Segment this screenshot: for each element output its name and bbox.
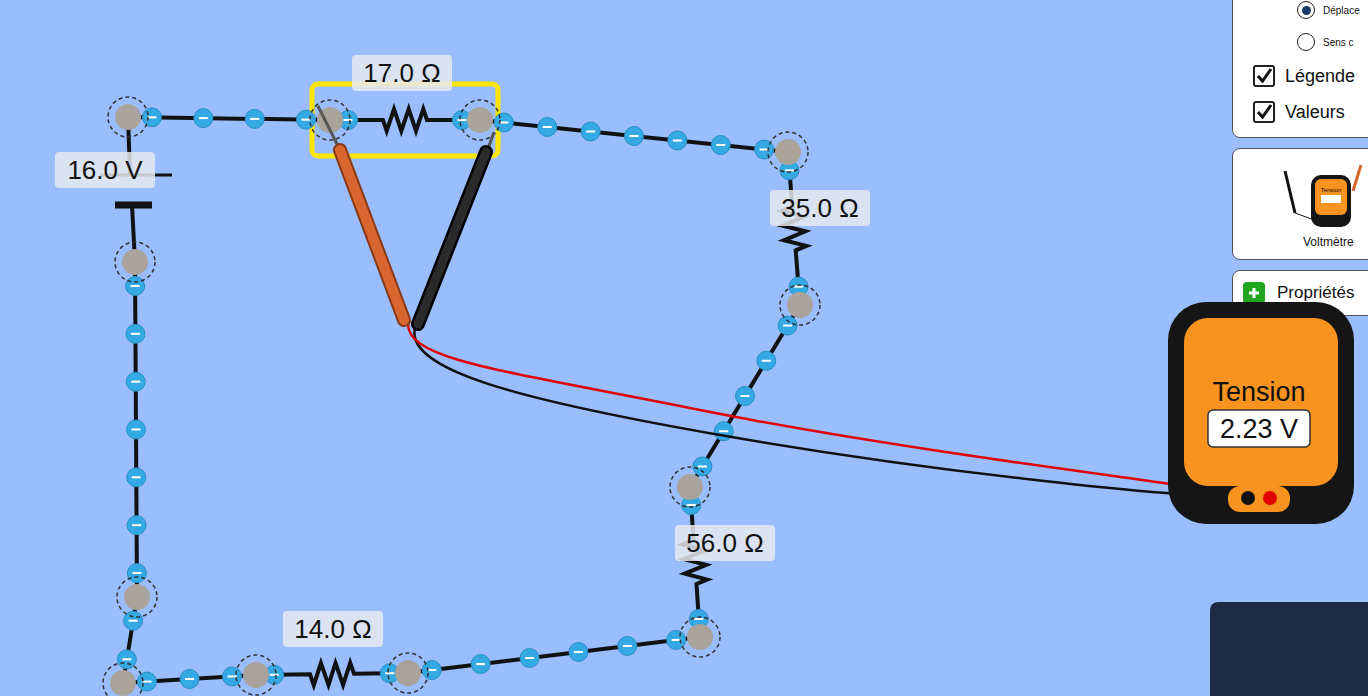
electron xyxy=(297,110,316,129)
battery[interactable] xyxy=(100,117,172,262)
vertex[interactable] xyxy=(310,100,350,140)
red-probe[interactable] xyxy=(318,106,404,320)
electron xyxy=(714,422,733,441)
electron xyxy=(778,316,797,335)
resistor[interactable] xyxy=(256,663,408,685)
red-cable xyxy=(408,325,1270,498)
resistor-label: 56.0 Ω xyxy=(675,525,775,561)
wire[interactable] xyxy=(690,305,800,487)
dark-panel xyxy=(1210,602,1368,696)
check-icon xyxy=(1255,103,1273,121)
expand-button[interactable] xyxy=(1243,282,1265,304)
electron xyxy=(127,516,146,535)
svg-text:56.0 Ω: 56.0 Ω xyxy=(686,528,763,558)
options-card: Déplace Sens c Légende Valeurs xyxy=(1232,0,1368,138)
wire[interactable] xyxy=(123,597,137,683)
electron xyxy=(126,276,145,295)
svg-text:Tension: Tension xyxy=(1321,187,1342,193)
radio-option[interactable]: Sens c xyxy=(1297,29,1368,55)
radio-option[interactable]: Déplace xyxy=(1297,0,1368,23)
electron xyxy=(757,351,776,370)
wire[interactable] xyxy=(480,120,788,152)
electron xyxy=(693,457,712,476)
electron xyxy=(471,655,490,674)
vertex[interactable] xyxy=(670,467,710,507)
vertex[interactable] xyxy=(236,655,276,695)
radio-button[interactable] xyxy=(1297,1,1315,19)
electron xyxy=(137,672,156,691)
electron xyxy=(736,387,755,406)
voltmeter[interactable]: Tension 2.23 V xyxy=(1168,302,1354,524)
radio-button[interactable] xyxy=(1297,33,1315,51)
electron xyxy=(127,564,146,583)
vertex[interactable] xyxy=(388,653,428,693)
vertex[interactable] xyxy=(117,577,157,617)
electron xyxy=(520,649,539,668)
electron xyxy=(625,127,644,146)
electron xyxy=(126,324,145,343)
voltmeter-layer: Tension 2.23 V xyxy=(0,0,1368,696)
electron xyxy=(618,636,637,655)
resistor-label: 17.0 Ω xyxy=(352,55,452,91)
control-panel: Déplace Sens c Légende Valeurs TensionVoltmè… xyxy=(1232,0,1368,316)
electron xyxy=(127,420,146,439)
electron xyxy=(245,109,264,128)
electron xyxy=(127,468,146,487)
svg-text:16.0 V: 16.0 V xyxy=(67,155,143,185)
battery-label: 16.0 V xyxy=(55,152,155,188)
checkbox[interactable] xyxy=(1253,65,1275,87)
voltmeter-reading: 2.23 V xyxy=(1220,414,1298,444)
electron xyxy=(569,642,588,661)
electron xyxy=(711,136,730,155)
vertex[interactable] xyxy=(115,242,155,282)
electron xyxy=(117,650,136,669)
vertex[interactable] xyxy=(680,617,720,657)
red-port xyxy=(1263,491,1277,505)
vertex[interactable] xyxy=(460,100,500,140)
black-cable xyxy=(414,328,1248,498)
svg-text:35.0 Ω: 35.0 Ω xyxy=(781,193,858,223)
electron xyxy=(180,670,199,689)
electron xyxy=(668,131,687,150)
electron xyxy=(538,117,557,136)
vertex[interactable] xyxy=(108,97,148,137)
vertex[interactable] xyxy=(103,663,143,696)
electron xyxy=(223,667,242,686)
electron xyxy=(126,372,145,391)
electron xyxy=(581,122,600,141)
properties-card[interactable]: Propriétés xyxy=(1232,270,1368,316)
circuit-canvas[interactable]: 16.0 V 17.0 Ω 35.0 Ω 56.0 Ω 14.0 Ω xyxy=(0,0,1368,696)
resistor-label: 35.0 Ω xyxy=(770,190,870,226)
selection-highlight xyxy=(312,84,498,156)
electron xyxy=(194,109,213,128)
vertex[interactable] xyxy=(780,285,820,325)
electron xyxy=(142,108,161,127)
svg-text:14.0 Ω: 14.0 Ω xyxy=(294,614,371,644)
resistor[interactable] xyxy=(330,109,480,131)
plus-icon xyxy=(1247,286,1261,300)
checkbox-option[interactable]: Valeurs xyxy=(1253,97,1368,127)
resistor-label: 14.0 Ω xyxy=(283,611,383,647)
voltmeter-title: Tension xyxy=(1212,377,1305,407)
vertex[interactable] xyxy=(768,132,808,172)
black-port xyxy=(1241,491,1255,505)
voltmeter-icon[interactable]: Tension xyxy=(1277,161,1367,233)
black-probe[interactable] xyxy=(418,132,494,324)
wire[interactable] xyxy=(408,637,700,673)
svg-text:17.0 Ω: 17.0 Ω xyxy=(363,58,440,88)
simulation-screen: 16.0 V 17.0 Ω 35.0 Ω 56.0 Ω 14.0 Ω Déplace Sen… xyxy=(0,0,1368,696)
check-icon xyxy=(1255,67,1273,85)
checkbox[interactable] xyxy=(1253,101,1275,123)
checkbox-option[interactable]: Légende xyxy=(1253,61,1368,91)
toolbox-card[interactable]: TensionVoltmètre xyxy=(1232,148,1368,260)
